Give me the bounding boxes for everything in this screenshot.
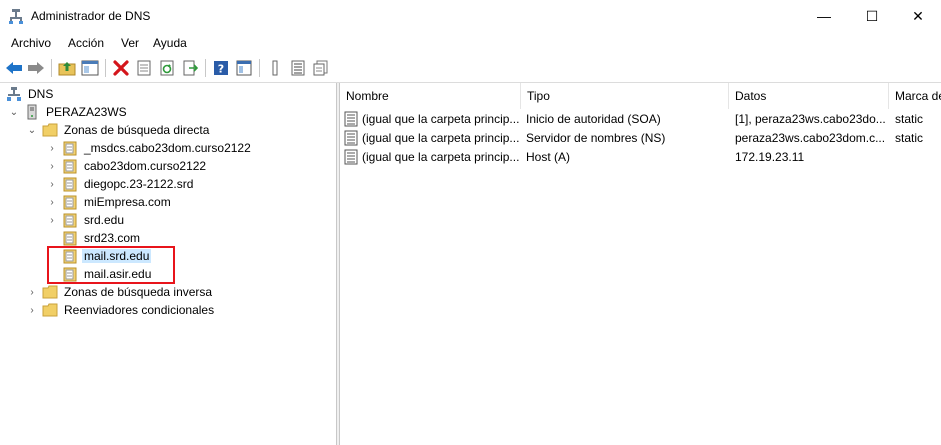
folder-icon: [42, 302, 58, 318]
toolbar: ?: [0, 54, 941, 83]
window-title: Administrador de DNS: [31, 9, 151, 23]
menu-ayuda[interactable]: Ayuda: [153, 36, 187, 50]
tree-label-server: PERAZA23WS: [46, 105, 127, 119]
record-icon: [344, 149, 358, 165]
chevron-right-icon[interactable]: ›: [46, 178, 58, 190]
zone-icon: [62, 212, 78, 228]
cell-name: (igual que la carpeta princip...: [362, 131, 520, 145]
menu-ver[interactable]: Ver: [121, 36, 139, 50]
zone-icon: [62, 194, 78, 210]
tree-root-dns[interactable]: DNS: [6, 85, 55, 103]
tree-zone-item[interactable]: › _msdcs.cabo23dom.curso2122: [46, 139, 253, 157]
minimize-button[interactable]: —: [801, 0, 847, 32]
title-bar: Administrador de DNS — ☐ ✕: [0, 0, 941, 32]
back-icon[interactable]: [4, 58, 24, 78]
tree-zone-item[interactable]: › miEmpresa.com: [46, 193, 173, 211]
tree-conditional-forwarders[interactable]: › Reenviadores condicionales: [26, 301, 216, 319]
tree-server[interactable]: ⌄ PERAZA23WS: [8, 103, 129, 121]
tree-zone-item[interactable]: › cabo23dom.curso2122: [46, 157, 208, 175]
delete-icon[interactable]: [111, 58, 131, 78]
record-icon: [344, 111, 358, 127]
refresh-icon[interactable]: [157, 58, 177, 78]
record-icon: [344, 130, 358, 146]
dns-icon: [6, 86, 22, 102]
show-hide-tree-icon[interactable]: [80, 58, 100, 78]
tree-zone-item[interactable]: srd23.com: [62, 229, 142, 247]
tree-label-zone: diegopc.23-2122.srd: [84, 177, 194, 191]
tree-label-forward-zones: Zonas de búsqueda directa: [64, 123, 210, 137]
cell-name: (igual que la carpeta princip...: [362, 150, 520, 164]
export-list-icon[interactable]: [180, 58, 200, 78]
maximize-button[interactable]: ☐: [849, 0, 895, 32]
tree-label-reverse-zones: Zonas de búsqueda inversa: [64, 285, 213, 299]
cell-type: Host (A): [526, 150, 571, 164]
tree-label-zone: cabo23dom.curso2122: [84, 159, 207, 173]
close-button[interactable]: ✕: [895, 0, 941, 32]
console-icon[interactable]: [234, 58, 254, 78]
records-icon[interactable]: [311, 58, 331, 78]
tree-zone-item[interactable]: › diegopc.23-2122.srd: [46, 175, 195, 193]
cell-stamp: static: [895, 131, 924, 145]
tree-label-zone: srd23.com: [84, 231, 141, 245]
tree-forward-zones[interactable]: ⌄ Zonas de búsqueda directa: [26, 121, 211, 139]
column-header-marca[interactable]: Marca de: [889, 83, 941, 109]
forward-icon[interactable]: [26, 58, 46, 78]
column-header-nombre[interactable]: Nombre: [340, 83, 521, 109]
cell-data: [1], peraza23ws.cabo23do...: [735, 112, 886, 126]
annotation-highlight-box: [47, 246, 175, 284]
cell-name: (igual que la carpeta princip...: [362, 112, 520, 126]
zone-icon: [62, 140, 78, 156]
zone-icon: [62, 230, 78, 246]
tree-label-dns: DNS: [28, 87, 54, 101]
chevron-right-icon[interactable]: ›: [26, 304, 38, 316]
help-icon[interactable]: ?: [211, 58, 231, 78]
properties-icon[interactable]: [134, 58, 154, 78]
table-row[interactable]: (igual que la carpeta princip... Inicio …: [340, 110, 941, 129]
dns-app-icon: [9, 8, 23, 24]
menu-bar: Archivo Acción Ver Ayuda: [0, 32, 941, 54]
records-list: Nombre Tipo Datos Marca de (igual que la…: [340, 83, 941, 445]
table-row[interactable]: (igual que la carpeta princip... Host (A…: [340, 148, 941, 167]
chevron-right-icon[interactable]: ›: [46, 196, 58, 208]
columns-icon[interactable]: [265, 58, 285, 78]
list-icon[interactable]: [288, 58, 308, 78]
chevron-right-icon[interactable]: ›: [26, 286, 38, 298]
menu-archivo[interactable]: Archivo: [11, 36, 51, 50]
zone-icon: [62, 176, 78, 192]
up-folder-icon[interactable]: [57, 58, 77, 78]
folder-icon: [42, 284, 58, 300]
tree-label-conditional-forwarders: Reenviadores condicionales: [64, 303, 215, 317]
column-header-tipo[interactable]: Tipo: [521, 83, 729, 109]
cell-stamp: static: [895, 112, 924, 126]
cell-type: Inicio de autoridad (SOA): [526, 112, 661, 126]
cell-data: peraza23ws.cabo23dom.c...: [735, 131, 886, 145]
svg-text:?: ?: [218, 63, 224, 76]
folder-icon: [42, 122, 58, 138]
chevron-down-icon[interactable]: ⌄: [8, 106, 20, 118]
menu-accion[interactable]: Acción: [68, 36, 104, 50]
tree-label-zone: _msdcs.cabo23dom.curso2122: [84, 141, 251, 155]
cell-type: Servidor de nombres (NS): [526, 131, 666, 145]
table-row[interactable]: (igual que la carpeta princip... Servido…: [340, 129, 941, 148]
tree-label-zone: srd.edu: [84, 213, 125, 227]
tree-label-zone: miEmpresa.com: [84, 195, 171, 209]
chevron-right-icon[interactable]: ›: [46, 214, 58, 226]
chevron-right-icon[interactable]: ›: [46, 160, 58, 172]
cell-data: 172.19.23.11: [735, 150, 805, 164]
tree-reverse-zones[interactable]: › Zonas de búsqueda inversa: [26, 283, 214, 301]
zone-icon: [62, 158, 78, 174]
column-header-datos[interactable]: Datos: [729, 83, 889, 109]
tree-zone-item[interactable]: › srd.edu: [46, 211, 126, 229]
chevron-right-icon[interactable]: ›: [46, 142, 58, 154]
chevron-down-icon[interactable]: ⌄: [26, 124, 38, 136]
server-icon: [24, 104, 40, 120]
